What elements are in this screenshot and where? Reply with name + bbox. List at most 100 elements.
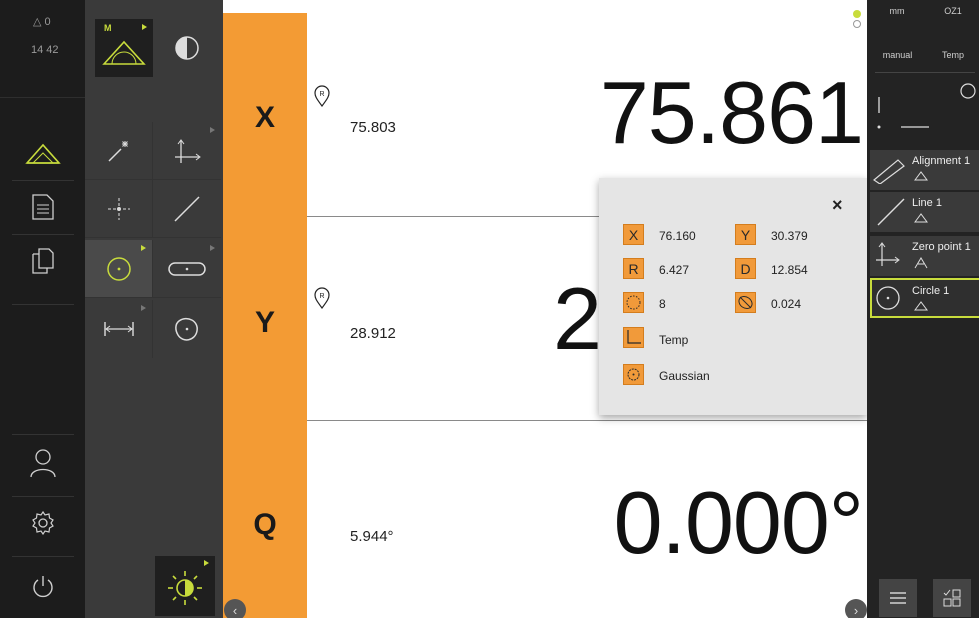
report-nav-button[interactable] bbox=[0, 180, 85, 234]
expand-panel-button[interactable]: › bbox=[845, 599, 867, 618]
grid-check-icon bbox=[943, 589, 961, 607]
slot-icon bbox=[168, 261, 206, 276]
slot-tool[interactable] bbox=[153, 240, 221, 298]
status-area: △ 0 14 42 bbox=[0, 0, 85, 98]
coord-system-button[interactable]: Temp bbox=[933, 50, 973, 60]
mode-button[interactable]: manual bbox=[875, 50, 920, 60]
circle-icon bbox=[106, 256, 131, 281]
circle-tool[interactable] bbox=[85, 240, 153, 298]
feature-label: Alignment 1 bbox=[912, 155, 971, 167]
warning-count[interactable]: △ 0 bbox=[33, 15, 51, 28]
blob-tool[interactable] bbox=[153, 300, 221, 358]
point-count-value: 8 bbox=[659, 297, 666, 311]
settings-nav-button[interactable] bbox=[0, 496, 85, 550]
magic-wand-icon bbox=[107, 140, 128, 162]
light-settings-button[interactable] bbox=[155, 556, 215, 616]
measure-nav-button[interactable] bbox=[0, 126, 85, 180]
report-icon bbox=[31, 194, 54, 220]
close-icon: × bbox=[832, 195, 843, 215]
feature-label: Zero point 1 bbox=[912, 241, 971, 253]
contrast-button[interactable] bbox=[153, 19, 221, 77]
x-actual-value: 75.861 bbox=[599, 63, 864, 162]
feature-label: Line 1 bbox=[912, 197, 942, 209]
coord-system-value: Temp bbox=[659, 333, 689, 347]
mode-label: manual bbox=[882, 50, 913, 60]
files-icon bbox=[31, 248, 54, 274]
y-actual-value: 2 bbox=[553, 269, 602, 368]
measure-icon bbox=[914, 301, 928, 311]
form-error-icon bbox=[735, 292, 756, 313]
q-actual-value: 0.000° bbox=[613, 473, 864, 572]
unit-button[interactable]: mm bbox=[877, 6, 917, 44]
feature-item-line[interactable]: Line 1 bbox=[870, 192, 979, 232]
reference-pin-icon: R bbox=[314, 287, 330, 309]
x-coord-icon: X bbox=[623, 224, 644, 245]
mode-badge: M bbox=[104, 23, 112, 33]
q-nominal-value: 5.944° bbox=[350, 528, 394, 545]
axis-label-q: Q bbox=[253, 508, 277, 541]
point-count-icon bbox=[623, 292, 644, 313]
inspector-panel: mm OZ1 manual Temp Alignment 1 Line 1 Ze… bbox=[853, 0, 979, 618]
coordinate-icon bbox=[175, 138, 201, 163]
line-icon bbox=[877, 198, 905, 226]
chevron-right-icon: › bbox=[853, 602, 859, 618]
measure-icon bbox=[914, 213, 928, 223]
coord-system-label: Temp bbox=[941, 50, 964, 60]
feature-item-circle[interactable]: Circle 1 bbox=[870, 278, 979, 318]
measure-icon bbox=[24, 143, 61, 164]
menu-button[interactable] bbox=[879, 579, 917, 617]
power-button[interactable] bbox=[0, 560, 85, 614]
feature-item-zero-point[interactable]: Zero point 1 bbox=[870, 236, 979, 276]
collapse-tools-button[interactable]: ‹ bbox=[224, 599, 246, 618]
freeform-icon bbox=[175, 317, 198, 341]
contrast-icon bbox=[175, 36, 199, 60]
fit-method-icon bbox=[623, 364, 644, 385]
axis-label-x: X bbox=[254, 101, 275, 134]
main-sidebar: △ 0 14 42 bbox=[0, 0, 85, 618]
point-tool[interactable] bbox=[85, 180, 153, 238]
auto-detect-tool[interactable] bbox=[85, 122, 153, 180]
radius-icon: R bbox=[623, 258, 644, 279]
axis-label-y: Y bbox=[254, 306, 275, 339]
construct-icon bbox=[914, 257, 928, 269]
alignment-icon bbox=[872, 159, 905, 184]
line-tool[interactable] bbox=[153, 180, 221, 238]
line-icon bbox=[174, 195, 200, 222]
x-coord-value: 76.160 bbox=[659, 229, 696, 243]
coordinate-icon bbox=[876, 242, 900, 266]
menu-icon bbox=[890, 592, 906, 604]
unit-label: mm bbox=[889, 6, 905, 16]
feature-overview-button[interactable] bbox=[933, 579, 971, 617]
feature-item-alignment[interactable]: Alignment 1 bbox=[870, 150, 979, 190]
oz-button[interactable]: OZ1 bbox=[933, 6, 973, 16]
status-light-icon bbox=[853, 10, 861, 28]
distance-tool[interactable] bbox=[85, 300, 153, 358]
files-nav-button[interactable] bbox=[0, 234, 85, 288]
y-coord-icon: Y bbox=[735, 224, 756, 245]
feature-detail-popup: × X 76.160 Y 30.379 R 6.427 D 12.854 8 0… bbox=[599, 178, 867, 415]
measure-mode-button[interactable]: M bbox=[95, 19, 153, 77]
gear-icon bbox=[31, 511, 54, 535]
measure-icon bbox=[914, 171, 928, 181]
warning-count-value: 0 bbox=[44, 16, 51, 28]
y-coord-value: 30.379 bbox=[771, 229, 808, 243]
diameter-value: 12.854 bbox=[771, 263, 808, 277]
reference-pin-icon: R bbox=[314, 85, 330, 107]
coordinate-tool[interactable] bbox=[153, 122, 221, 180]
y-nominal-value: 28.912 bbox=[350, 325, 396, 342]
tool-palette: M bbox=[85, 0, 223, 618]
svg-text:R: R bbox=[319, 293, 324, 300]
axis-column: X Y Q bbox=[223, 13, 307, 618]
point-icon bbox=[107, 197, 130, 220]
user-nav-button[interactable] bbox=[0, 436, 85, 490]
user-icon bbox=[29, 449, 56, 478]
form-error-value: 0.024 bbox=[771, 297, 802, 311]
light-icon bbox=[168, 571, 202, 605]
chevron-left-icon: ‹ bbox=[232, 602, 238, 618]
coord-system-icon bbox=[623, 327, 644, 348]
x-nominal-value: 75.803 bbox=[350, 119, 396, 136]
diameter-icon: D bbox=[735, 258, 756, 279]
circle-icon bbox=[876, 286, 900, 310]
close-button[interactable]: × bbox=[832, 195, 843, 216]
feature-preview-icons bbox=[877, 83, 976, 129]
